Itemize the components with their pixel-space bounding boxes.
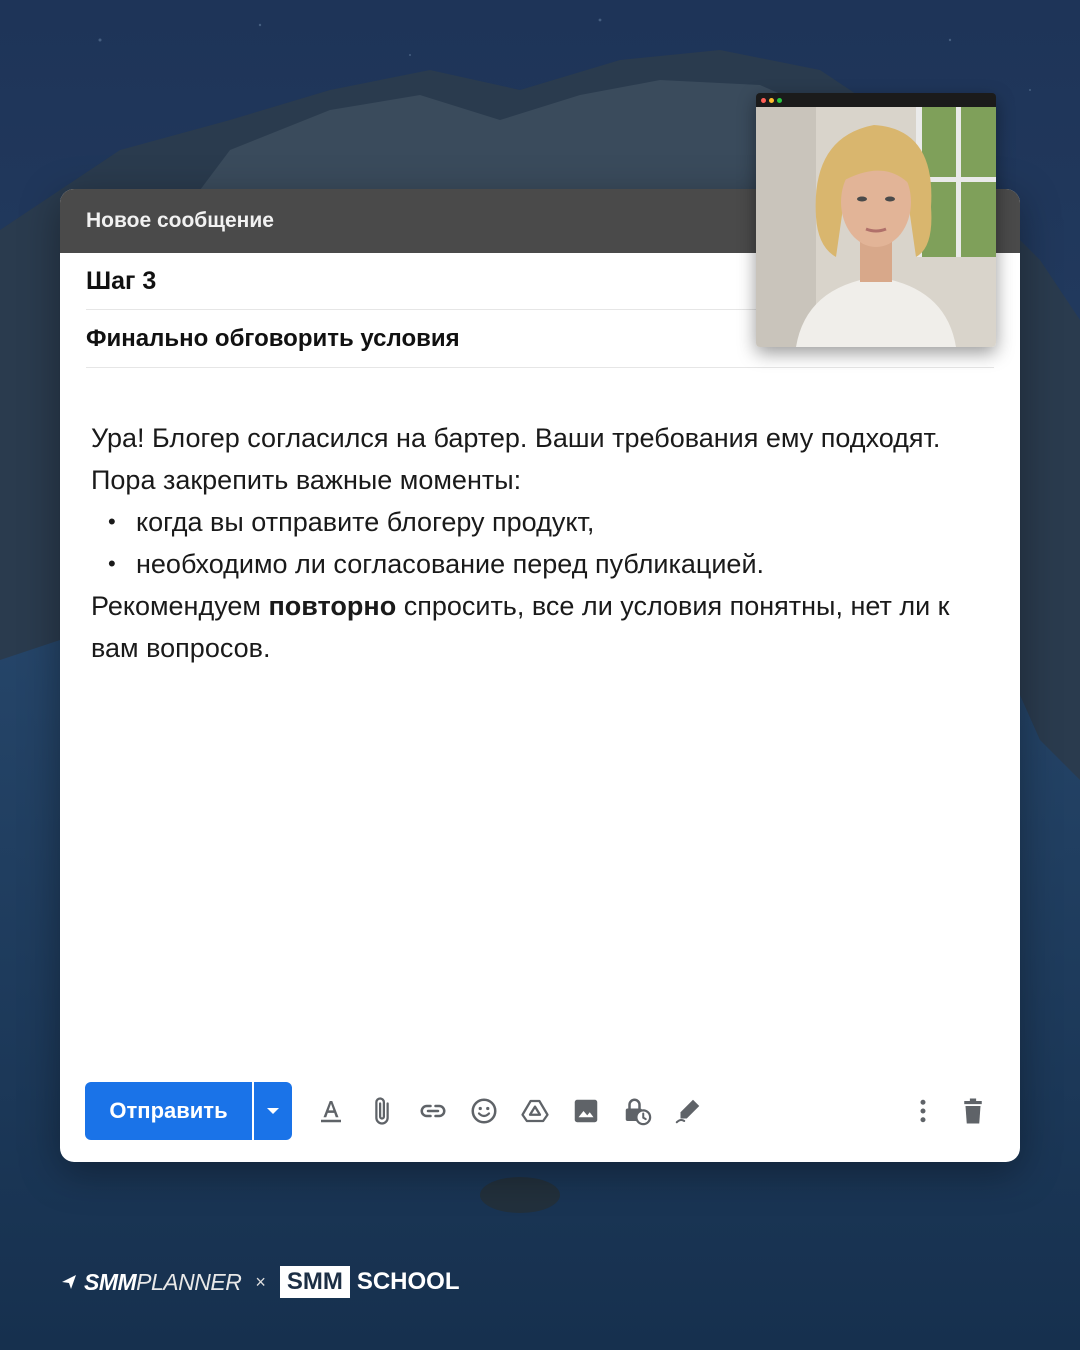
brand-separator: × xyxy=(255,1271,266,1292)
link-icon[interactable] xyxy=(411,1089,455,1133)
brand2-text: SCHOOL xyxy=(356,1268,460,1295)
trash-icon[interactable] xyxy=(951,1089,995,1133)
body-bold-word: повторно xyxy=(268,591,397,621)
drive-icon[interactable] xyxy=(513,1089,557,1133)
video-call-window[interactable] xyxy=(756,93,996,347)
text-format-icon[interactable] xyxy=(309,1089,353,1133)
brand2-box: SMM xyxy=(279,1266,350,1298)
body-bullet-item: • когда вы отправите блогеру продукт, xyxy=(91,501,981,543)
smmschool-logo: SMM SCHOOL xyxy=(279,1266,460,1298)
compose-toolbar: Отправить xyxy=(85,1082,995,1140)
smmplanner-logo: SMM PLANNER xyxy=(60,1268,242,1296)
maximize-dot-icon[interactable] xyxy=(777,97,782,103)
subject-value: Финально обговорить условия xyxy=(86,325,460,352)
send-button[interactable]: Отправить xyxy=(85,1082,252,1140)
bullet-icon: • xyxy=(108,551,116,576)
body-paragraph-1: Ура! Блогер согласился на бартер. Ваши т… xyxy=(91,423,941,495)
right-tools xyxy=(895,1089,995,1133)
send-options-icon[interactable] xyxy=(254,1082,292,1140)
video-window-titlebar[interactable] xyxy=(756,93,996,107)
message-body[interactable]: Ура! Блогер согласился на бартер. Ваши т… xyxy=(91,417,981,669)
more-options-icon[interactable] xyxy=(901,1089,945,1133)
body-paragraph-2: Рекомендуем повторно спросить, все ли ус… xyxy=(91,585,981,669)
bullet-text: необходимо ли согласование перед публика… xyxy=(136,549,765,579)
brand1-bold: SMM xyxy=(84,1268,137,1295)
format-tools xyxy=(309,1089,717,1133)
planner-arrow-icon xyxy=(62,1275,76,1289)
bullet-text: когда вы отправите блогеру продукт, xyxy=(136,507,595,537)
body-paragraph-2-start: Рекомендуем xyxy=(91,591,269,621)
signature-icon[interactable] xyxy=(666,1089,710,1133)
emoji-icon[interactable] xyxy=(462,1089,506,1133)
confidential-mode-icon[interactable] xyxy=(615,1089,659,1133)
attach-icon[interactable] xyxy=(360,1089,404,1133)
video-participant-image xyxy=(756,107,996,347)
body-bullet-list: • когда вы отправите блогеру продукт, • … xyxy=(91,501,981,585)
close-dot-icon[interactable] xyxy=(761,97,766,103)
minimize-dot-icon[interactable] xyxy=(769,97,774,103)
send-button-group: Отправить xyxy=(85,1082,292,1140)
brand1-light: PLANNER xyxy=(136,1268,242,1295)
bullet-icon: • xyxy=(108,509,116,534)
footer-brand: SMM PLANNER × SMM SCHOOL xyxy=(60,1265,460,1299)
compose-title: Новое сообщение xyxy=(86,209,274,232)
to-value: Шаг 3 xyxy=(86,266,157,295)
image-icon[interactable] xyxy=(564,1089,608,1133)
body-bullet-item: • необходимо ли согласование перед публи… xyxy=(91,543,981,585)
